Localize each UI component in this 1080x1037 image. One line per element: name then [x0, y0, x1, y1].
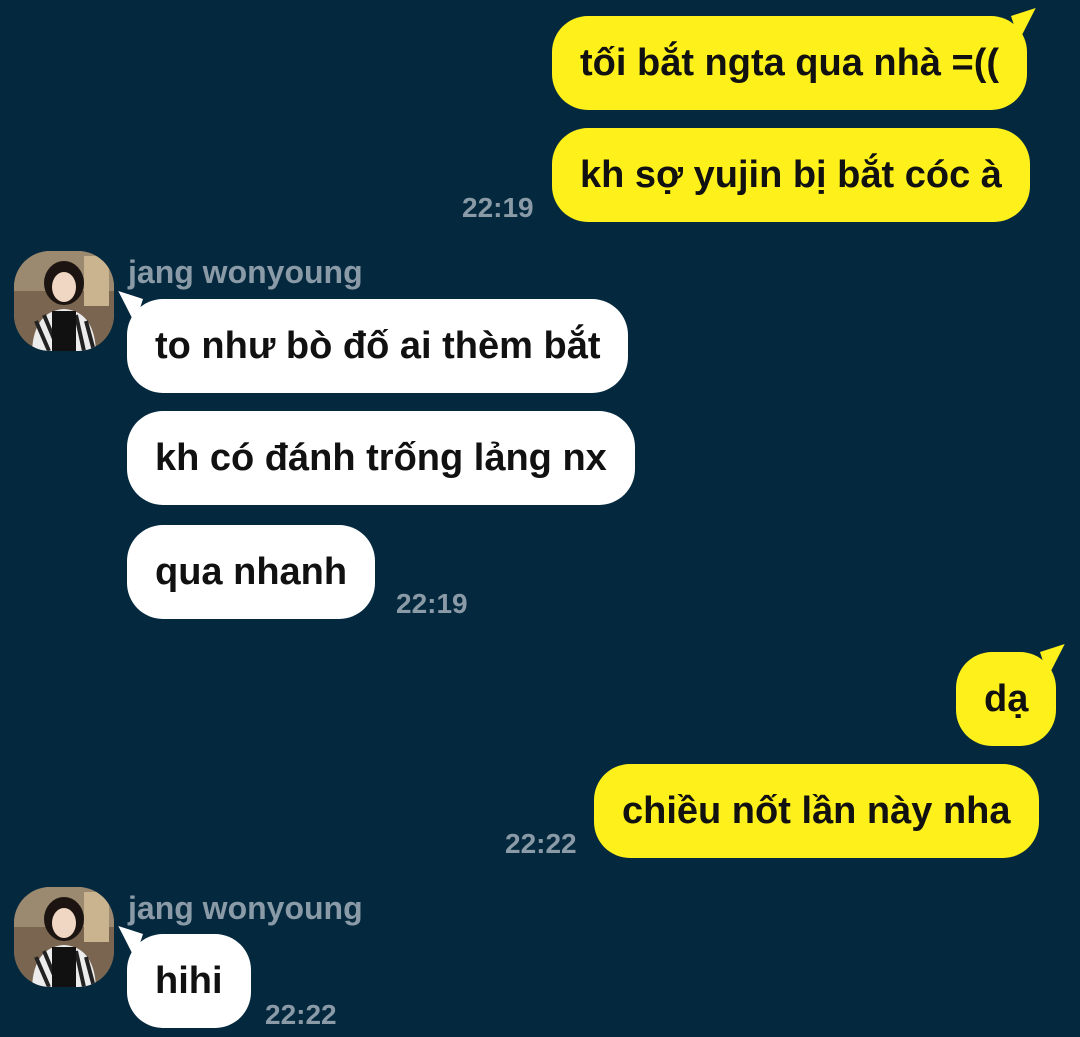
message-text: to như bò đố ai thèm bắt	[155, 324, 601, 367]
sender-name: jang wonyoung	[128, 254, 363, 290]
received-message-bubble[interactable]: kh có đánh trống lảng nx	[127, 411, 635, 505]
message-text: kh sợ yujin bị bắt cóc à	[580, 153, 1002, 196]
sent-message-bubble[interactable]: chiều nốt lần này nha	[594, 764, 1039, 858]
chat-messages: tối bắt ngta qua nhà =(( kh sợ yujin bị …	[0, 0, 1080, 1037]
message-text: dạ	[984, 677, 1029, 720]
sent-message-bubble[interactable]: dạ	[956, 652, 1057, 746]
message-timestamp: 22:22	[265, 999, 337, 1030]
message-timestamp: 22:22	[505, 828, 577, 859]
message-text: qua nhanh	[155, 550, 348, 593]
avatar-photo-icon	[14, 251, 114, 351]
sent-message-bubble[interactable]: kh sợ yujin bị bắt cóc à	[552, 128, 1030, 222]
sender-avatar[interactable]	[14, 887, 114, 987]
message-text: chiều nốt lần này nha	[622, 789, 1011, 832]
message-timestamp: 22:19	[396, 588, 468, 619]
sent-message-bubble[interactable]: tối bắt ngta qua nhà =((	[552, 16, 1028, 110]
message-text: kh có đánh trống lảng nx	[155, 436, 607, 479]
received-message-bubble[interactable]: hihi	[127, 934, 251, 1028]
received-message-bubble[interactable]: qua nhanh	[127, 525, 376, 619]
avatar-photo-icon	[14, 887, 114, 987]
sender-avatar[interactable]	[14, 251, 114, 351]
message-text: tối bắt ngta qua nhà =((	[580, 41, 1000, 84]
message-timestamp: 22:19	[462, 192, 534, 223]
sender-name: jang wonyoung	[128, 890, 363, 926]
message-text: hihi	[155, 959, 223, 1002]
received-message-bubble[interactable]: to như bò đố ai thèm bắt	[127, 299, 629, 393]
